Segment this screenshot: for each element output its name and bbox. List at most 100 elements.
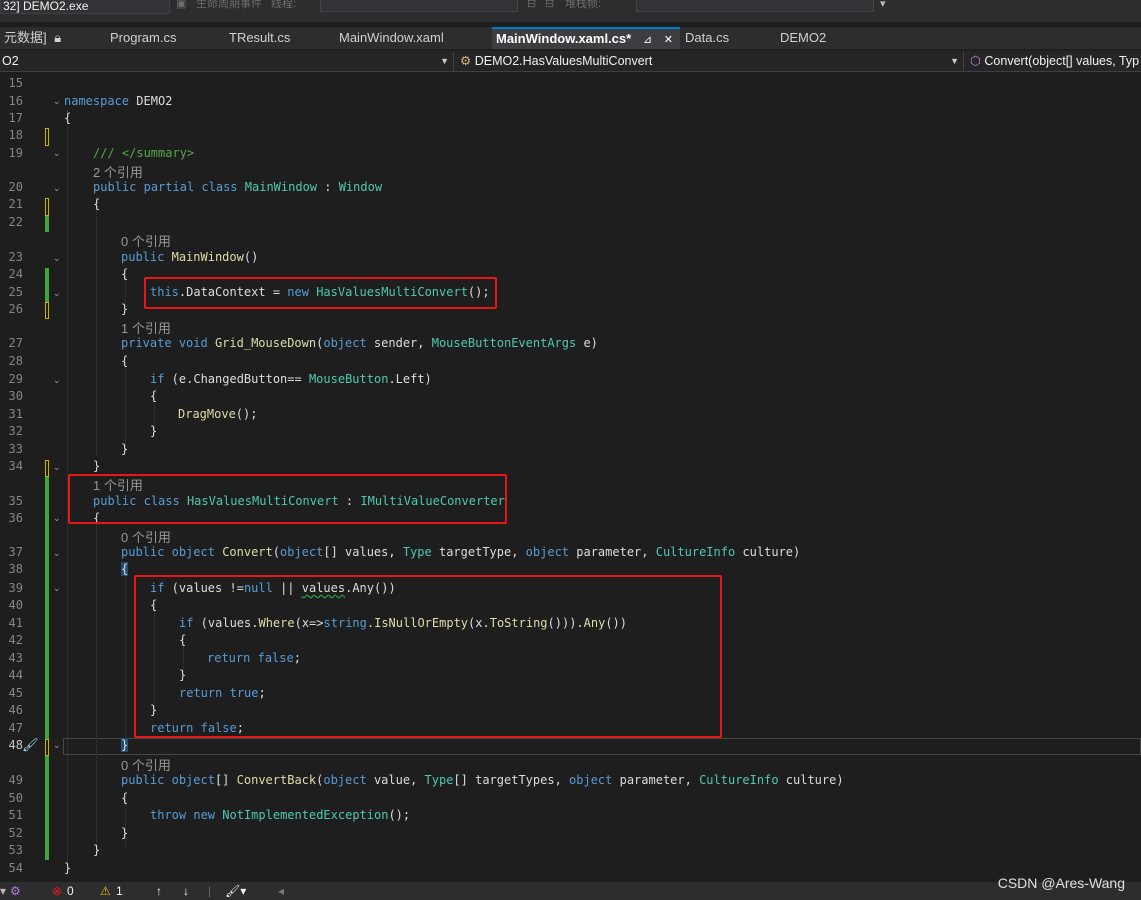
identifier: [] targetTypes,: [453, 773, 570, 787]
collapse-icon[interactable]: ⌄: [53, 514, 61, 523]
code-line-48[interactable]: }: [121, 738, 129, 752]
tab-program-cs[interactable]: Program.cs: [106, 27, 222, 49]
member-dropdown[interactable]: ⬡ Convert(object[] values, Typ: [966, 51, 1141, 71]
toolbar-overflow-icon[interactable]: ▾: [880, 0, 886, 12]
keyword: public: [121, 250, 165, 264]
line-number: 38: [8, 562, 23, 576]
code-line-32[interactable]: }: [150, 424, 157, 438]
code-line-28[interactable]: {: [121, 354, 128, 368]
copilot-icon[interactable]: ⚙︎: [10, 882, 21, 900]
tab-metadata[interactable]: 元数据] 🔒︎: [0, 27, 102, 49]
line-number: 43: [8, 651, 23, 665]
flag-thread-icon[interactable]: ⊟: [527, 0, 536, 12]
code-line-51[interactable]: throw new NotImplementedException();: [150, 808, 410, 822]
keyword: class: [201, 180, 238, 194]
tab-mainwindow-xaml-cs[interactable]: MainWindow.xaml.cs* ⊿ ✕: [492, 27, 680, 49]
code-line-37[interactable]: public object Convert(object[] values, T…: [121, 545, 800, 559]
error-icon[interactable]: ⊗: [52, 882, 62, 900]
brace-match: }: [121, 738, 129, 752]
collapse-icon[interactable]: ⌄: [53, 549, 61, 558]
annotation-box: [68, 474, 507, 524]
code-line-17[interactable]: {: [64, 111, 71, 125]
filter-threads-icon[interactable]: ⊟: [545, 0, 554, 12]
line-number: 22: [8, 215, 23, 229]
codelens-references[interactable]: 0 个引用: [121, 527, 171, 546]
tab-tresult-cs[interactable]: TResult.cs: [225, 27, 331, 49]
identifier: DEMO2: [136, 94, 173, 108]
project-dropdown[interactable]: O2 ▼: [0, 51, 454, 71]
process-selector[interactable]: 32] DEMO2.exe: [0, 0, 170, 14]
code-line-19[interactable]: /// </summary>: [93, 146, 194, 160]
type-dropdown[interactable]: ⚙︎ DEMO2.HasValuesMultiConvert ▼: [456, 51, 964, 71]
code-editor[interactable]: 15 16 17 18 19 20 21 22 23 24 25 26 27 28 29 30 31 32 33 34…: [0, 72, 1141, 882]
collapse-icon[interactable]: ⌄: [53, 376, 61, 385]
code-line-16[interactable]: namespace DEMO2: [64, 94, 172, 108]
arrow-up-icon[interactable]: ↑: [156, 882, 162, 900]
code-line-33[interactable]: }: [121, 442, 128, 456]
close-icon[interactable]: ✕: [664, 34, 673, 46]
code-line-54[interactable]: }: [64, 861, 71, 875]
warning-icon[interactable]: ⚠︎: [100, 882, 111, 900]
line-number: 15: [8, 76, 23, 90]
collapse-icon[interactable]: ⌄: [53, 741, 61, 750]
lifecycle-events-icon[interactable]: ▣: [176, 0, 186, 12]
collapse-icon[interactable]: ⌄: [53, 149, 61, 158]
quick-actions-brush-icon[interactable]: 🖌︎: [22, 737, 39, 753]
code-line-49[interactable]: public object[] ConvertBack(object value…: [121, 773, 844, 787]
code-line-34[interactable]: }: [93, 459, 100, 473]
keyword: object: [525, 545, 570, 559]
brush-icon[interactable]: 🖌︎▾: [225, 882, 246, 900]
chevron-down-icon: ▼: [440, 56, 449, 66]
punctuation: ();: [388, 808, 411, 822]
codelens-references[interactable]: 2 个引用: [93, 162, 143, 181]
code-line-23[interactable]: public MainWindow(): [121, 250, 258, 264]
keyword: public: [121, 773, 165, 787]
line-number: 32: [8, 424, 23, 438]
lock-icon: 🔒︎: [54, 30, 62, 45]
line-number: 46: [8, 703, 23, 717]
chevron-down-icon[interactable]: ▾: [0, 882, 6, 900]
codelens-references[interactable]: 0 个引用: [121, 755, 171, 774]
collapse-icon[interactable]: ⌄: [53, 584, 61, 593]
tab-data-cs[interactable]: Data.cs: [681, 27, 773, 49]
collapse-icon[interactable]: ⌄: [53, 184, 61, 193]
code-line-50[interactable]: {: [121, 791, 128, 805]
code-line-31[interactable]: DragMove();: [178, 407, 257, 421]
scroll-left-icon[interactable]: ◂: [278, 882, 284, 900]
warning-count: 1: [116, 884, 123, 898]
stack-frame-label: 堆栈帧:: [565, 0, 602, 10]
brace: }: [121, 826, 129, 840]
code-line-30[interactable]: {: [150, 389, 157, 403]
pin-icon[interactable]: ⊿: [643, 34, 652, 46]
code-line-21[interactable]: {: [93, 197, 100, 211]
code-line-52[interactable]: }: [121, 826, 128, 840]
collapse-icon[interactable]: ⌄: [53, 254, 61, 263]
method-name: Grid_MouseDown: [214, 336, 317, 350]
collapse-icon[interactable]: ⌄: [53, 463, 61, 472]
unsaved-change-marker: [45, 302, 49, 319]
collapse-icon[interactable]: ⌄: [53, 97, 61, 106]
brace: }: [121, 442, 129, 456]
brace: }: [93, 459, 101, 473]
code-line-26[interactable]: }: [121, 302, 128, 316]
codelens-references[interactable]: 1 个引用: [121, 318, 171, 337]
code-line-27[interactable]: private void Grid_MouseDown(object sende…: [121, 336, 598, 350]
tab-demo2[interactable]: DEMO2: [776, 27, 872, 49]
codelens-references[interactable]: 0 个引用: [121, 231, 171, 250]
code-line-24[interactable]: {: [121, 267, 128, 281]
line-number: 35: [8, 494, 23, 508]
stack-frame-dropdown[interactable]: [636, 0, 874, 12]
saved-change-marker: [45, 216, 49, 232]
tab-mainwindow-xaml[interactable]: MainWindow.xaml: [335, 27, 491, 49]
thread-dropdown[interactable]: [320, 0, 518, 12]
code-line-38[interactable]: {: [121, 562, 129, 576]
code-line-20[interactable]: public partial class MainWindow : Window: [93, 180, 382, 194]
brace: {: [121, 354, 129, 368]
code-line-53[interactable]: }: [93, 843, 100, 857]
line-number: 39: [8, 581, 23, 595]
collapse-icon[interactable]: ⌄: [53, 289, 61, 298]
watermark: CSDN @Ares-Wang: [997, 875, 1125, 891]
arrow-down-icon[interactable]: ↓: [183, 882, 189, 900]
code-line-29[interactable]: if (e.ChangedButton== MouseButton.Left): [150, 372, 432, 386]
saved-change-marker: [45, 477, 49, 739]
